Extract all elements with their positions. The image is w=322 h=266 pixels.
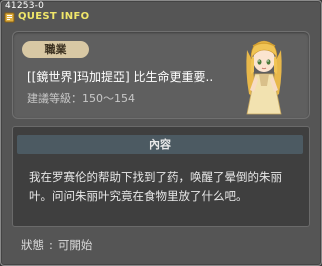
req-level-value: 150～154 (82, 92, 135, 105)
content-text: 我在罗赛伦的帮助下找到了药，唤醒了晕倒的朱丽叶。问问朱丽叶究竟在食物里放了什么吧… (29, 170, 282, 203)
window-title: QUEST INFO (18, 11, 90, 22)
content-panel: 內容 我在罗赛伦的帮助下找到了药，唤醒了晕倒的朱丽叶。问问朱丽叶究竟在食物里放了… (12, 126, 310, 227)
juliet-npc-portrait (246, 40, 282, 115)
title-bar[interactable]: QUEST INFO (2, 11, 320, 27)
req-level-label: 建議等級 (27, 92, 71, 105)
quest-summary-panel: 職業 [[鏡世界]玛加提亞] 比生命更重要.. 建議等級：150～154 (12, 31, 310, 119)
job-badge: 職業 (22, 41, 89, 58)
quest-book-icon (4, 12, 15, 23)
recommended-level: 建議等級：150～154 (27, 92, 135, 105)
quest-info-window: 41253-0 QUEST INFO 職業 [[鏡世界]玛加提亞] 比生命更重要… (0, 0, 322, 266)
content-header: 內容 (17, 135, 303, 154)
status-label: 狀態 (21, 238, 44, 252)
status-value: 可開始 (57, 238, 93, 252)
quest-id-label: 41253-0 (5, 1, 45, 11)
quest-status: 狀態: 可開始 (21, 238, 93, 252)
quest-title: [[鏡世界]玛加提亞] 比生命更重要.. (27, 70, 214, 84)
